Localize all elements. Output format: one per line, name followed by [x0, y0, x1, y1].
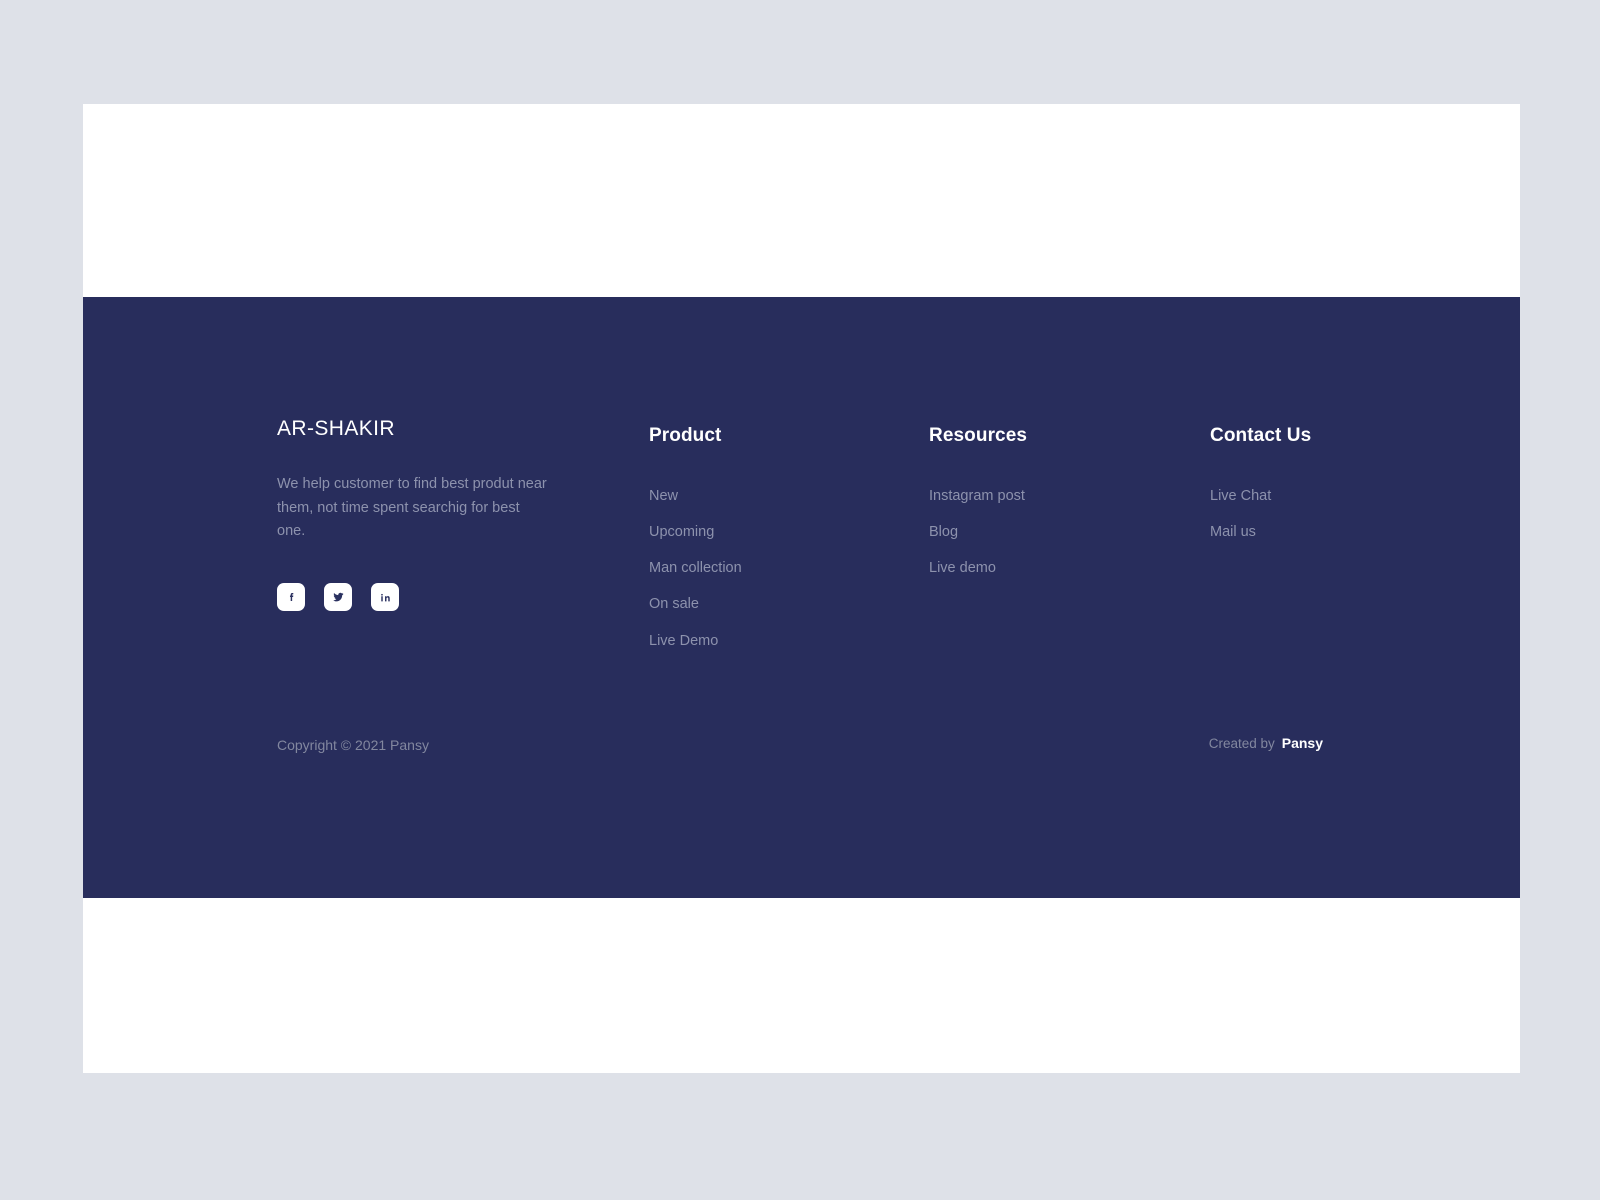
footer-link-upcoming[interactable]: Upcoming	[649, 514, 879, 550]
created-by: Created by Pansy	[1209, 735, 1323, 751]
footer-link-live-demo-resources[interactable]: Live demo	[929, 550, 1159, 586]
brand-title: AR-SHAKIR	[277, 417, 395, 440]
footer-link-new[interactable]: New	[649, 478, 879, 514]
footer-link-instagram-post[interactable]: Instagram post	[929, 478, 1159, 514]
list-item: Man collection	[649, 550, 879, 586]
social-button-twitter[interactable]	[324, 583, 352, 611]
social-button-facebook[interactable]	[277, 583, 305, 611]
footer-link-list-contact: Live Chat Mail us	[1210, 478, 1440, 550]
footer-column-contact: Contact Us Live Chat Mail us	[1210, 425, 1440, 550]
footer-link-live-chat[interactable]: Live Chat	[1210, 478, 1440, 514]
list-item: On sale	[649, 586, 879, 622]
list-item: Live Chat	[1210, 478, 1440, 514]
footer-brand-column: AR-SHAKIR We help customer to find best …	[277, 416, 577, 544]
created-by-label: Created by	[1208, 736, 1275, 751]
footer-column-heading-resources: Resources	[929, 425, 1028, 446]
footer-link-on-sale[interactable]: On sale	[649, 586, 879, 622]
list-item: Mail us	[1210, 514, 1440, 550]
footer-column-resources: Resources Instagram post Blog Live demo	[929, 425, 1159, 586]
facebook-icon	[285, 591, 298, 604]
footer-link-live-demo[interactable]: Live Demo	[649, 623, 879, 659]
footer-link-mail-us[interactable]: Mail us	[1210, 514, 1440, 550]
list-item: Live Demo	[649, 623, 879, 659]
footer-link-list-product: New Upcoming Man collection On sale Live…	[649, 478, 879, 659]
social-button-linkedin[interactable]	[371, 583, 399, 611]
list-item: Live demo	[929, 550, 1159, 586]
copyright-text: Copyright © 2021 Pansy	[277, 737, 429, 753]
footer-columns: AR-SHAKIR We help customer to find best …	[83, 297, 1520, 898]
brand-description: We help customer to find best produt nea…	[277, 476, 547, 540]
created-by-brand-link[interactable]: Pansy	[1282, 735, 1323, 751]
list-item: Upcoming	[649, 514, 879, 550]
twitter-icon	[331, 590, 345, 604]
social-links	[277, 583, 399, 611]
footer-link-man-collection[interactable]: Man collection	[649, 550, 879, 586]
site-footer: AR-SHAKIR We help customer to find best …	[83, 297, 1520, 898]
footer-link-list-resources: Instagram post Blog Live demo	[929, 478, 1159, 587]
footer-column-heading-contact: Contact Us	[1210, 425, 1312, 446]
page-card: AR-SHAKIR We help customer to find best …	[83, 104, 1520, 1073]
footer-link-blog[interactable]: Blog	[929, 514, 1159, 550]
list-item: New	[649, 478, 879, 514]
linkedin-icon	[379, 591, 392, 604]
footer-column-heading-product: Product	[649, 425, 722, 446]
footer-column-product: Product New Upcoming Man collection On s…	[649, 425, 879, 659]
footer-bottom-bar: Copyright © 2021 Pansy Created by Pansy	[83, 729, 1520, 769]
list-item: Blog	[929, 514, 1159, 550]
list-item: Instagram post	[929, 478, 1159, 514]
